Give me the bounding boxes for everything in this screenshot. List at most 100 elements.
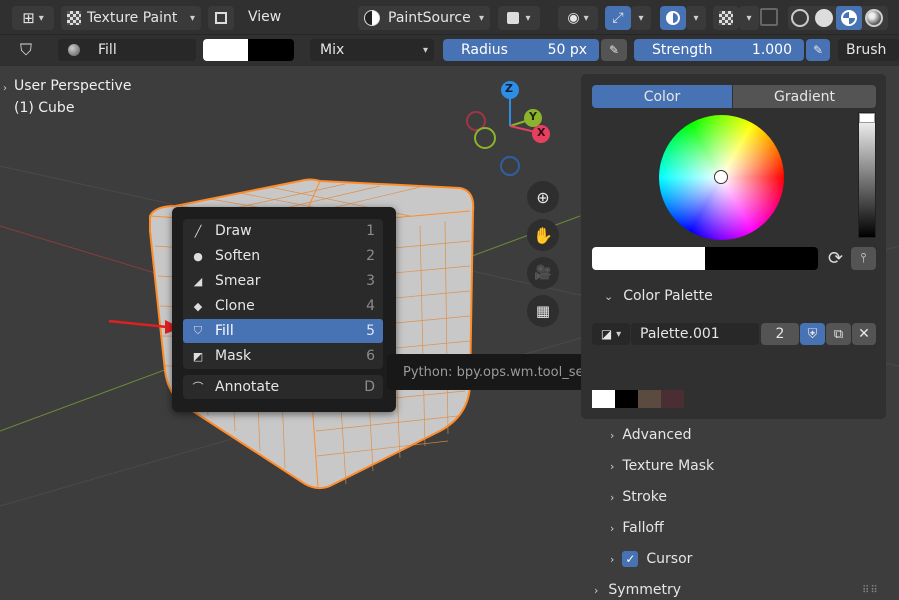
camera-view-button[interactable]: 🎥 (527, 257, 559, 289)
palette-swatch[interactable] (638, 390, 661, 408)
value-slider[interactable] (858, 112, 876, 238)
tab-color[interactable]: Color (592, 85, 732, 108)
color-palette-title: Color Palette (623, 288, 713, 304)
section-stroke-label: Stroke (622, 489, 668, 505)
chevron-down-icon: ▾ (189, 12, 195, 24)
tool-soften[interactable]: ● Soften 2 (183, 244, 383, 268)
tool-mask[interactable]: ◩ Mask 6 (183, 344, 383, 368)
palette-users-value: 2 (775, 326, 785, 342)
palette-browse-button[interactable]: ◪ ▾ (592, 323, 630, 345)
palette-swatch[interactable] (661, 390, 684, 408)
sidebar-expand-arrow[interactable]: › (3, 83, 7, 94)
texture-icon (719, 11, 733, 25)
brush-sphere-icon (68, 44, 80, 56)
material-shading-button[interactable] (836, 6, 862, 30)
viewport-object-label: (1) Cube (14, 100, 75, 116)
mask-toggle-button[interactable] (208, 6, 234, 30)
gizmo-dropdown[interactable]: ▾ (631, 6, 651, 30)
grid-icon: ▦ (535, 302, 551, 320)
copy-icon (215, 12, 227, 24)
palette-users-count[interactable]: 2 (761, 323, 799, 345)
color-picker-button[interactable]: ⫯ (851, 247, 876, 270)
zoom-button[interactable]: ⊕ (527, 181, 559, 213)
viewport-shading-dropdown[interactable]: ▾ (498, 6, 540, 30)
tool-soften-shortcut: 2 (366, 248, 375, 264)
tool-smear[interactable]: ◢ Smear 3 (183, 269, 383, 293)
palette-name-field[interactable]: Palette.001 (631, 323, 759, 345)
pan-button[interactable]: ✋ (527, 219, 559, 251)
paint-source-dropdown[interactable]: PaintSource ▾ (358, 6, 490, 30)
primary-color-bar[interactable] (592, 247, 705, 270)
solid-shading-button[interactable] (815, 9, 833, 27)
tool-annotate[interactable]: ⌒ Annotate D (183, 375, 383, 399)
section-advanced-label: Advanced (622, 427, 692, 443)
chevron-down-icon: ▾ (583, 12, 589, 24)
unlink-palette-button[interactable]: ✕ (852, 323, 876, 345)
pen-pressure-icon: ✎ (812, 43, 824, 57)
chevron-right-icon: › (610, 459, 615, 473)
section-cursor[interactable]: › ✓ Cursor (610, 546, 692, 572)
camera-icon: 🎥 (534, 265, 552, 281)
radius-pressure-button[interactable]: ✎ (601, 39, 627, 61)
radius-slider[interactable]: Radius 50 px (443, 39, 599, 61)
overlays-dropdown[interactable]: ▾ (686, 6, 706, 30)
wireframe-shading-button[interactable] (791, 9, 809, 27)
color-wheel-cursor[interactable] (714, 170, 728, 184)
tool-smear-label: Smear (215, 273, 261, 289)
mode-dropdown[interactable]: Texture Paint ▾ (61, 6, 201, 30)
section-advanced[interactable]: › Advanced (610, 422, 692, 448)
viewport-perspective-label: User Perspective (14, 78, 132, 94)
secondary-color-swatch[interactable] (248, 39, 294, 61)
rendered-shading-button[interactable] (865, 9, 883, 27)
section-cursor-label: Cursor (646, 551, 693, 567)
fake-user-button[interactable]: ⛨ (800, 323, 825, 345)
chevron-down-icon: ▾ (422, 44, 428, 56)
overlays-icon (666, 11, 680, 25)
overlays-toggle-button[interactable] (660, 6, 686, 30)
secondary-color-bar[interactable] (705, 247, 818, 270)
tool-fill[interactable]: ⛉ Fill 5 (183, 319, 383, 343)
section-falloff[interactable]: › Falloff (610, 515, 664, 541)
section-falloff-label: Falloff (622, 520, 664, 536)
color-palette-header[interactable]: ⌄ Color Palette (604, 288, 713, 304)
close-icon: ✕ (858, 326, 870, 342)
palette-name: Palette.001 (640, 326, 720, 342)
editor-type-button[interactable]: ⊞ ▾ (12, 6, 54, 30)
annotate-icon: ⌒ (192, 381, 204, 394)
material-icon (841, 10, 857, 26)
strength-value: 1.000 (751, 42, 792, 58)
paint-source-icon (364, 10, 380, 26)
tool-draw[interactable]: ╱ Draw 1 (183, 219, 383, 243)
brush-name-field[interactable]: Fill (58, 39, 196, 61)
drag-handle-icon[interactable]: ⠿⠿ (862, 585, 879, 596)
blend-mode-dropdown[interactable]: Mix ▾ (310, 39, 434, 61)
brush-menu-label: Brush (846, 42, 887, 58)
palette-swatch[interactable] (615, 390, 638, 408)
texture-overlay-dropdown[interactable]: ▾ (739, 6, 759, 30)
perspective-toggle-button[interactable]: ▦ (527, 295, 559, 327)
section-symmetry[interactable]: › Symmetry (594, 582, 681, 598)
section-stroke[interactable]: › Stroke (610, 484, 667, 510)
xray-toggle-button[interactable] (760, 8, 778, 26)
gizmo-toggle-button[interactable]: ⤢ (605, 6, 631, 30)
editor-type-icon: ⊞ (22, 9, 35, 27)
strength-pressure-button[interactable]: ✎ (806, 39, 830, 61)
primary-color-swatch[interactable] (203, 39, 248, 61)
section-texture-mask[interactable]: › Texture Mask (610, 453, 714, 479)
visibility-dropdown[interactable]: ◉ ▾ (558, 6, 598, 30)
chevron-down-icon: ▾ (638, 12, 644, 24)
strength-slider[interactable]: Strength 1.000 (634, 39, 804, 61)
strength-label: Strength (652, 42, 713, 58)
texture-overlay-button[interactable] (713, 6, 739, 30)
swap-colors-button[interactable]: ⟳ (828, 248, 843, 269)
value-slider-handle[interactable] (859, 113, 875, 123)
tool-clone[interactable]: ◆ Clone 4 (183, 294, 383, 318)
duplicate-palette-button[interactable]: ⧉ (826, 323, 851, 345)
brush-menu-dropdown[interactable]: Brush (838, 39, 899, 61)
view-menu[interactable]: View (248, 9, 281, 25)
soften-brush-icon: ● (193, 249, 203, 263)
cursor-checkbox[interactable]: ✓ (622, 551, 639, 567)
tab-gradient[interactable]: Gradient (733, 85, 876, 108)
palette-swatch[interactable] (592, 390, 615, 408)
tool-clone-label: Clone (215, 298, 255, 314)
